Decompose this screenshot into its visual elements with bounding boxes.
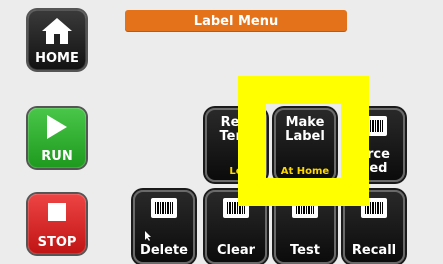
rewind-tension-button[interactable]: Rew Tens Lo <box>205 108 267 182</box>
home-button[interactable]: HOME <box>28 10 86 70</box>
barcode-icon <box>223 198 249 218</box>
make-label-button[interactable]: Make Label At Home <box>274 108 336 182</box>
force-feed-line2: eed <box>360 161 388 176</box>
barcode-icon <box>361 116 387 136</box>
barcode-icon <box>151 198 177 218</box>
stop-label: STOP <box>37 235 77 250</box>
delete-label: Delete <box>140 243 188 258</box>
run-label: RUN <box>41 149 73 164</box>
play-icon <box>28 114 86 140</box>
recall-label: Recall <box>351 243 397 258</box>
home-label: HOME <box>35 51 79 66</box>
run-button[interactable]: RUN <box>28 108 86 168</box>
barcode-icon <box>361 198 387 218</box>
force-feed-button[interactable]: orce eed <box>343 108 405 182</box>
test-button[interactable]: Test <box>274 190 336 264</box>
menu-title: Label Menu <box>125 10 347 32</box>
rewind-subtext: Lo <box>229 166 243 177</box>
test-label: Test <box>290 243 320 258</box>
rewind-line2: Tens <box>219 129 253 144</box>
stop-button[interactable]: STOP <box>28 194 86 254</box>
clear-button[interactable]: Clear <box>205 190 267 264</box>
barcode-icon <box>292 198 318 218</box>
make-label-line2: Label <box>285 129 325 144</box>
make-label-line1: Make <box>285 115 325 130</box>
rewind-line1: Rew <box>220 115 252 130</box>
clear-label: Clear <box>217 243 255 258</box>
make-label-subtext: At Home <box>280 166 330 177</box>
home-icon <box>28 16 86 46</box>
stop-icon <box>28 200 86 224</box>
delete-button[interactable]: Delete <box>133 190 195 264</box>
recall-button[interactable]: Recall <box>343 190 405 264</box>
force-feed-line1: orce <box>358 147 390 162</box>
